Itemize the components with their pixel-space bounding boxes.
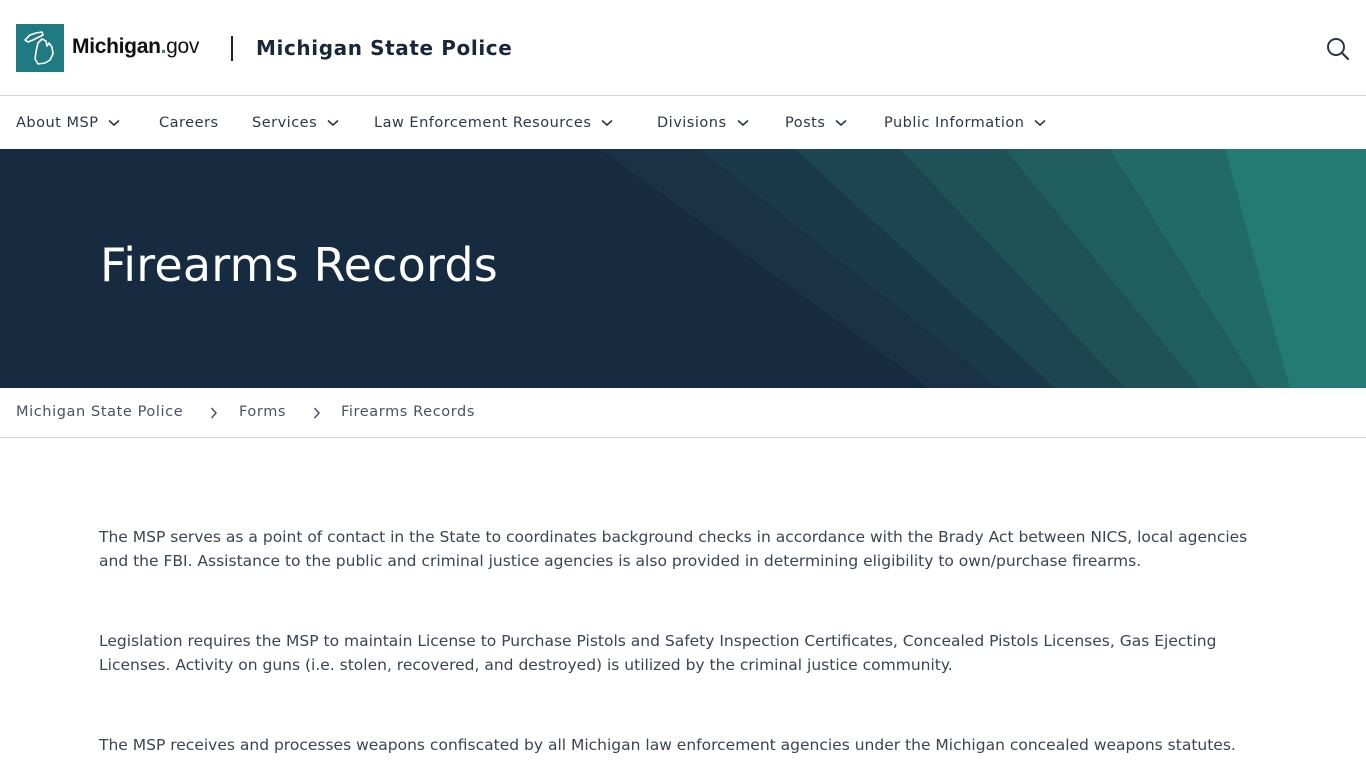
search-icon	[1327, 38, 1350, 61]
nav-item-about-msp[interactable]: About MSP	[16, 96, 120, 149]
michigan-map-icon[interactable]	[16, 24, 64, 72]
nav-item-label: About MSP	[16, 114, 99, 131]
nav-item-label: Public Information	[884, 114, 1025, 131]
search-button[interactable]	[1324, 35, 1352, 63]
main-navigation: About MSP Careers Services Law Enforceme…	[0, 96, 1366, 149]
nav-item-label: Posts	[785, 114, 826, 131]
chevron-down-icon	[835, 119, 847, 126]
chevron-down-icon	[108, 119, 120, 126]
agency-name-link[interactable]: Michigan State Police	[256, 36, 512, 60]
nav-item-careers[interactable]: Careers	[159, 96, 219, 149]
michigan-gov-wordmark[interactable]: Michigan.gov	[72, 35, 199, 59]
nav-item-services[interactable]: Services	[252, 96, 339, 149]
content-paragraph: The MSP serves as a point of contact in …	[99, 528, 1248, 570]
nav-item-label: Services	[252, 114, 318, 131]
site-header: Michigan.gov Michigan State Police	[0, 0, 1366, 96]
nav-item-label: Careers	[159, 114, 219, 131]
header-divider	[231, 36, 233, 61]
chevron-right-icon	[210, 407, 218, 419]
chevron-down-icon	[601, 119, 613, 126]
nav-item-label: Divisions	[657, 114, 727, 131]
breadcrumb-item-home[interactable]: Michigan State Police	[16, 404, 183, 420]
wordmark-gov: gov	[166, 35, 200, 58]
wordmark-main: Michigan	[72, 35, 161, 58]
content-paragraph: The MSP receives and processes weapons c…	[99, 736, 1236, 754]
breadcrumb-item-forms[interactable]: Forms	[239, 404, 286, 420]
chevron-down-icon	[736, 119, 749, 126]
content-paragraph: Legislation requires the MSP to maintain…	[99, 632, 1217, 674]
chevron-down-icon	[327, 119, 339, 126]
breadcrumb: Michigan State Police Forms Firearms Rec…	[0, 388, 1366, 438]
nav-item-posts[interactable]: Posts	[785, 96, 847, 149]
breadcrumb-item-current: Firearms Records	[341, 404, 476, 420]
nav-item-public-information[interactable]: Public Information	[884, 96, 1047, 149]
nav-item-law-enforcement-resources[interactable]: Law Enforcement Resources	[374, 96, 613, 149]
nav-item-label: Law Enforcement Resources	[374, 114, 592, 131]
nav-item-divisions[interactable]: Divisions	[657, 96, 749, 149]
chevron-right-icon	[313, 407, 321, 419]
page-title: Firearms Records	[100, 238, 498, 292]
chevron-down-icon	[1034, 119, 1047, 126]
